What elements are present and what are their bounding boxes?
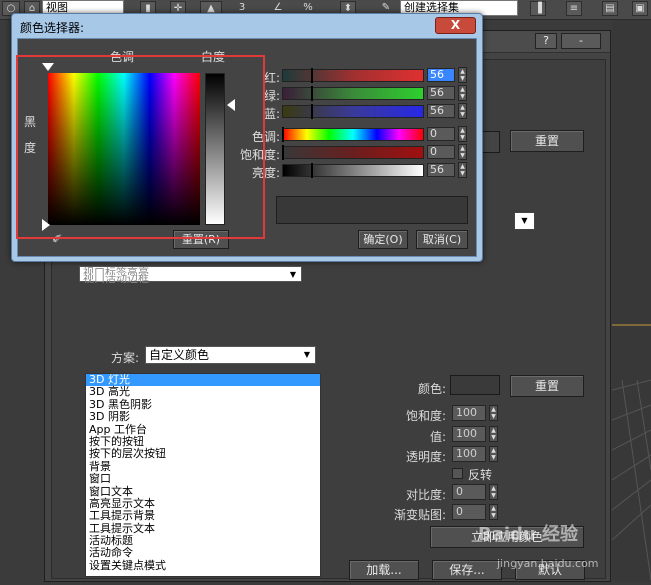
contrast-spinner[interactable]: 0 — [452, 484, 486, 500]
color-reset-button[interactable]: 重置 — [510, 375, 584, 397]
saturation-slider-thumb[interactable] — [282, 145, 284, 160]
ui-element-list[interactable]: 3D 灯光 3D 高光 3D 黑色阴影 3D 阴影 App 工作台 按下的按钮 按下的层次按… — [85, 373, 321, 577]
chevron-down-icon: ▼ — [303, 350, 311, 359]
color-preview — [276, 196, 468, 224]
list-item[interactable]: 工具提示背景 — [86, 509, 320, 522]
gradient-map-spin-arrows[interactable]: ▲ ▼ — [489, 504, 498, 520]
minimize-button[interactable]: - — [561, 33, 601, 49]
red-value[interactable]: 56 — [427, 68, 455, 82]
load-label: 加载... — [366, 563, 402, 577]
saturation-label: 饱和度: — [406, 409, 447, 423]
minimize-label: - — [579, 34, 583, 47]
element-color-swatch[interactable] — [450, 375, 500, 395]
value-spin-arrows[interactable]: ▲ ▼ — [489, 426, 498, 442]
saturation-slider[interactable] — [282, 146, 424, 159]
saturation-spin-arrows[interactable]: ▲ ▼ — [489, 405, 498, 421]
layer-manager-icon[interactable]: ▤ — [602, 1, 618, 16]
color-selector-title: 颜色选择器: — [20, 21, 85, 35]
close-button[interactable]: X — [435, 17, 476, 34]
chevron-down-icon: ▼ — [289, 270, 297, 279]
blue-spin-arrows[interactable]: ▲ ▼ — [458, 103, 467, 119]
red-spin-arrows[interactable]: ▲ ▼ — [458, 67, 467, 83]
brightness-slider-thumb[interactable] — [311, 163, 313, 178]
viewport-grid — [611, 324, 651, 581]
list-item[interactable]: 按下的层次按钮 — [86, 447, 320, 460]
red-slider-thumb[interactable] — [311, 68, 313, 83]
color-label: 颜色: — [418, 382, 447, 396]
transparency-spin-arrows[interactable]: ▲ ▼ — [489, 446, 498, 462]
green-slider-thumb[interactable] — [311, 86, 313, 101]
hue-value[interactable]: 0 — [427, 127, 455, 141]
help-button[interactable]: ? — [535, 33, 557, 49]
ok-button[interactable]: 确定(O) — [358, 230, 408, 249]
list-item[interactable]: 背景 — [86, 460, 320, 473]
value-label: 值: — [430, 430, 447, 444]
scheme-label: 方案: — [111, 351, 140, 365]
help-label: ? — [543, 34, 549, 47]
list-item[interactable]: 设置关键点模式 — [86, 559, 320, 572]
invert-checkbox[interactable] — [452, 468, 463, 479]
green-value[interactable]: 56 — [427, 86, 455, 100]
hue-spin-arrows[interactable]: ▲ ▼ — [458, 126, 467, 142]
list-item[interactable]: 3D 高光 — [86, 385, 320, 398]
list-item[interactable]: 窗口 — [86, 472, 320, 485]
close-icon: X — [450, 18, 461, 32]
saturation-value[interactable]: 0 — [427, 145, 455, 159]
top-reset-label: 重置 — [534, 134, 559, 148]
obscured-item: 视口活动边框 — [83, 275, 149, 283]
cancel-label: 取消(C) — [422, 233, 462, 246]
blue-slider-thumb[interactable] — [311, 104, 313, 119]
green-slider[interactable] — [282, 87, 424, 100]
green-spin-arrows[interactable]: ▲ ▼ — [458, 85, 467, 101]
baidu-watermark-url: jingyan.baidu.com — [497, 557, 599, 570]
saturation-spin-arrows[interactable]: ▲ ▼ — [458, 144, 467, 160]
chevron-down-icon[interactable]: ▼ — [514, 212, 535, 230]
blue-value[interactable]: 56 — [427, 104, 455, 118]
brightness-value[interactable]: 56 — [427, 163, 455, 177]
percent-label: % — [303, 2, 313, 13]
obscured-combo[interactable]: 视口标签高亮 视口活动边框 ▼ — [79, 266, 302, 283]
gradient-map-label: 渐变贴图: — [394, 508, 447, 522]
obscured-item: 视口标签高亮 — [83, 267, 149, 275]
cancel-button[interactable]: 取消(C) — [416, 230, 468, 249]
transparency-spinner[interactable]: 100 — [452, 446, 486, 462]
ui-element-items: 3D 灯光 3D 高光 3D 黑色阴影 3D 阴影 App 工作台 按下的按钮 按下的层次按… — [86, 374, 320, 572]
saturation-spinner[interactable]: 100 — [452, 405, 486, 421]
brightness-spin-arrows[interactable]: ▲ ▼ — [458, 162, 467, 178]
gradient-map-spinner[interactable]: 0 — [452, 504, 486, 520]
highlight-box — [16, 55, 265, 239]
viewport-area[interactable] — [611, 20, 651, 582]
top-reset-button[interactable]: 重置 — [510, 130, 584, 152]
scheme-value: 自定义颜色 — [149, 348, 210, 362]
reset-label: 重置 — [534, 379, 559, 393]
save-button[interactable]: 保存... — [432, 560, 502, 580]
mirror-icon[interactable]: ▐ — [530, 1, 546, 16]
brightness-slider[interactable] — [282, 164, 424, 177]
contrast-spin-arrows[interactable]: ▲ ▼ — [489, 484, 498, 500]
red-slider[interactable] — [282, 69, 424, 82]
baidu-watermark: Baidu 经验 — [478, 524, 579, 545]
hue-slider-thumb[interactable] — [282, 127, 284, 142]
align-icon[interactable]: ≡ — [566, 1, 582, 16]
contrast-label: 对比度: — [406, 488, 447, 502]
invert-label: 反转 — [468, 468, 493, 482]
hue-slider[interactable] — [282, 128, 424, 141]
save-label: 保存... — [449, 563, 485, 577]
value-spinner[interactable]: 100 — [452, 426, 486, 442]
transparency-label: 透明度: — [406, 450, 447, 464]
snap-3-label: 3 — [238, 2, 246, 13]
list-item[interactable]: 3D 阴影 — [86, 410, 320, 423]
scheme-combo[interactable]: 自定义颜色 ▼ — [145, 346, 316, 364]
list-item[interactable]: 活动命令 — [86, 547, 320, 560]
ok-label: 确定(O) — [363, 233, 403, 246]
graphite-tools-icon[interactable]: ▣ — [632, 1, 648, 16]
load-button[interactable]: 加载... — [349, 560, 419, 580]
blue-slider[interactable] — [282, 105, 424, 118]
